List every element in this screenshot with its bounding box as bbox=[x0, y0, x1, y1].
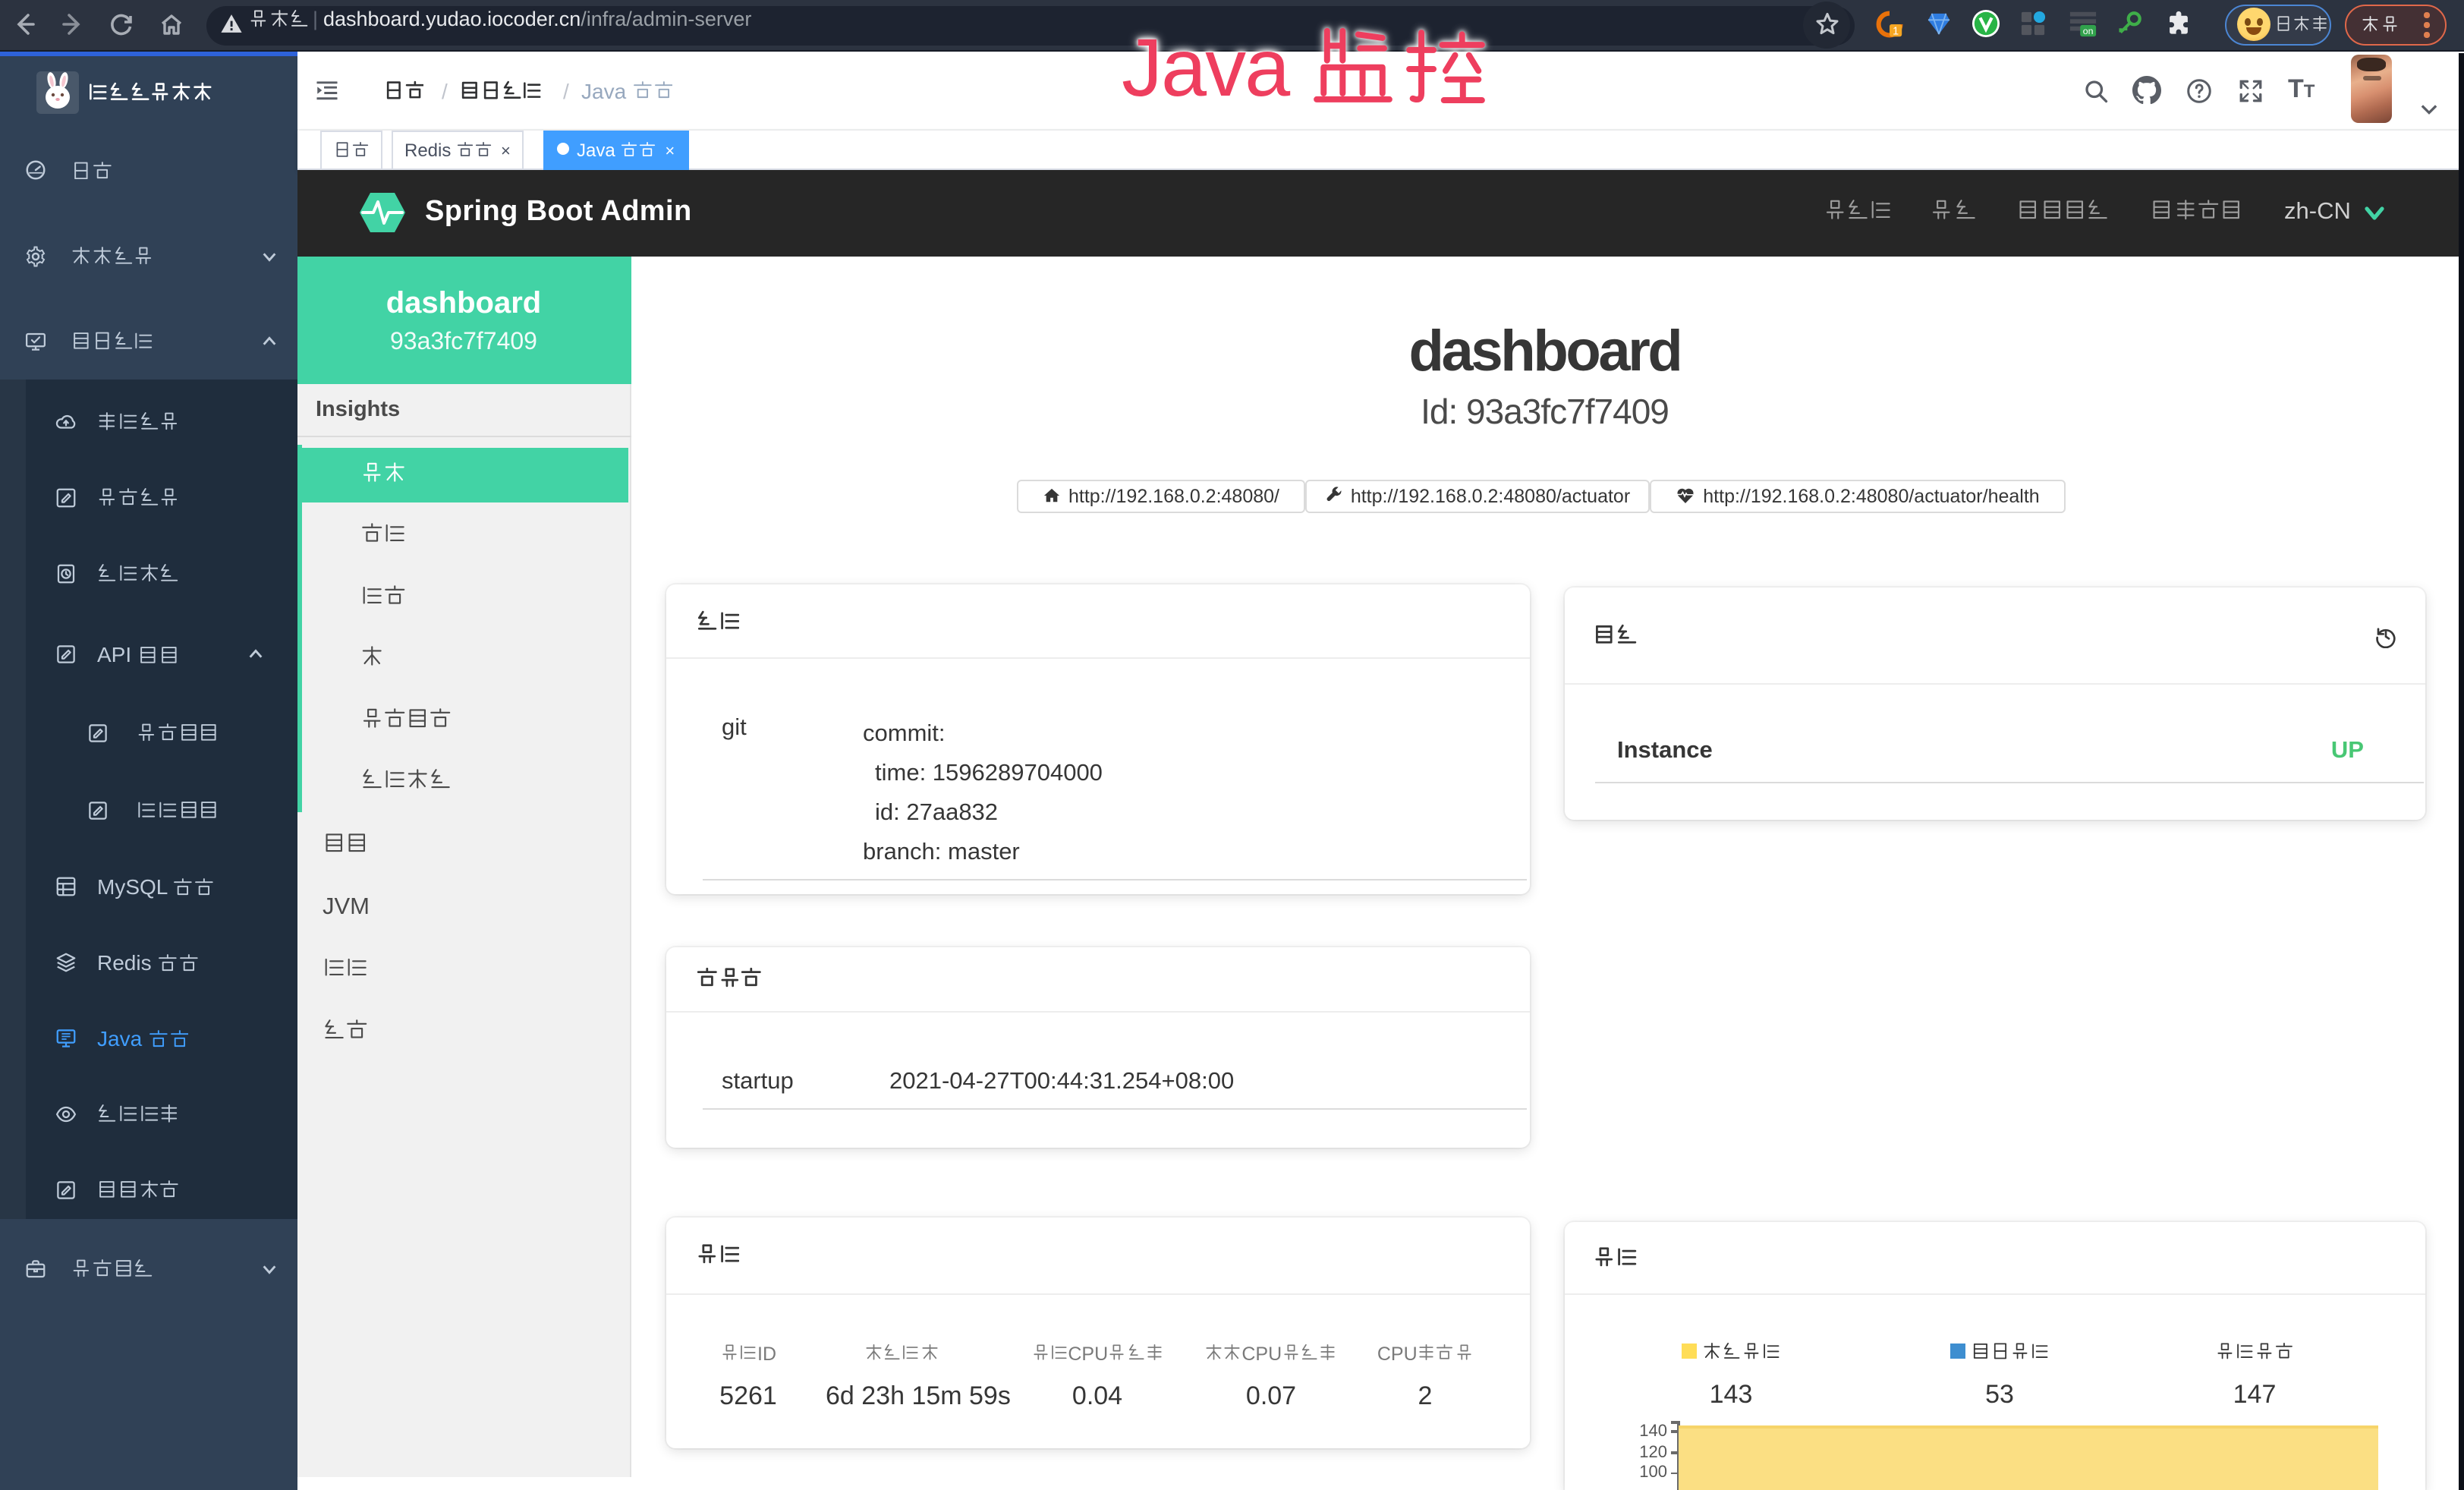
svg-text:on: on bbox=[2083, 26, 2094, 36]
svg-text:1: 1 bbox=[1893, 26, 1899, 38]
